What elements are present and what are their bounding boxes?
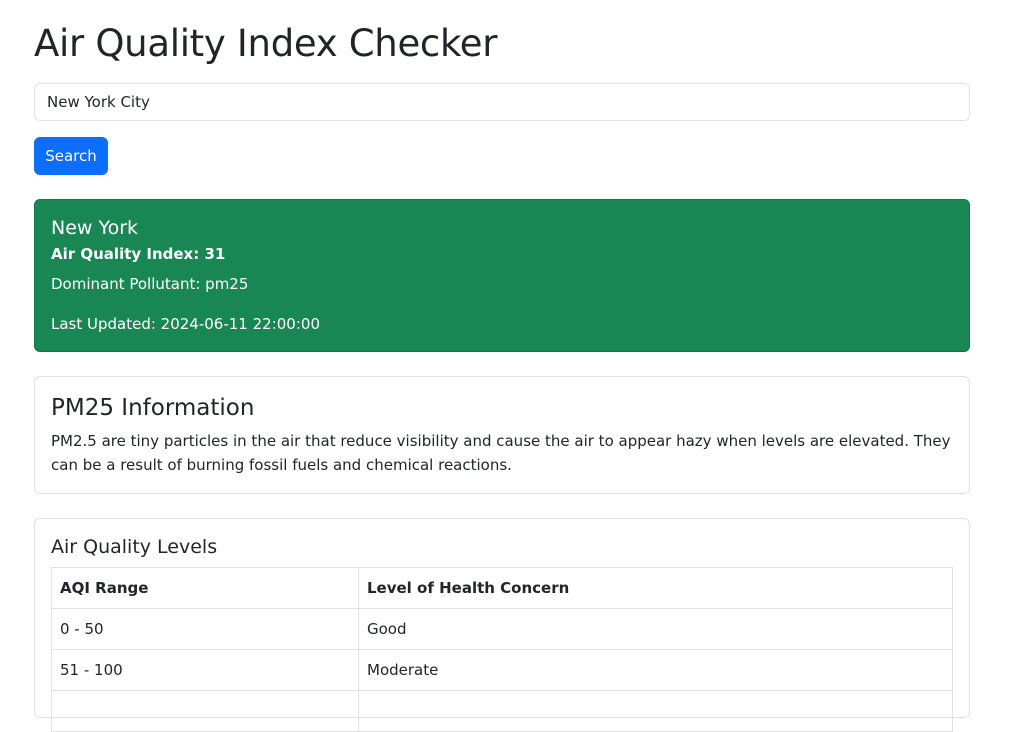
page-title: Air Quality Index Checker [34, 22, 498, 65]
result-aqi-value: Air Quality Index: 31 [51, 245, 226, 263]
pollutant-info-card: PM25 Information PM2.5 are tiny particle… [34, 376, 970, 494]
pollutant-info-description: PM2.5 are tiny particles in the air that… [51, 432, 951, 474]
table-cell-aqi-range [51, 690, 359, 732]
table-header-aqi-range: AQI Range [51, 567, 359, 609]
table-header-row: AQI Range Level of Health Concern [51, 567, 953, 609]
result-last-updated: Last Updated: 2024-06-11 22:00:00 [51, 315, 320, 333]
result-dominant-pollutant: Dominant Pollutant: pm25 [51, 275, 249, 293]
search-button[interactable]: Search [34, 137, 108, 175]
aqi-result-card: New York Air Quality Index: 31 Dominant … [34, 199, 970, 352]
table-cell-health-concern [358, 690, 953, 732]
result-city-name: New York [51, 217, 139, 239]
table-row [51, 690, 953, 732]
city-search-input[interactable] [34, 83, 970, 121]
table-row: 51 - 100 Moderate [51, 649, 953, 691]
aqi-levels-card: Air Quality Levels AQI Range Level of He… [34, 518, 970, 732]
table-cell-health-concern: Good [358, 608, 953, 650]
pollutant-info-title: PM25 Information [51, 395, 255, 421]
table-cell-health-concern: Moderate [358, 649, 953, 691]
table-row: 0 - 50 Good [51, 608, 953, 650]
table-header-health-concern: Level of Health Concern [358, 567, 953, 609]
table-cell-aqi-range: 0 - 50 [51, 608, 359, 650]
table-cell-aqi-range: 51 - 100 [51, 649, 359, 691]
aqi-levels-title: Air Quality Levels [51, 536, 218, 558]
aqi-levels-table: AQI Range Level of Health Concern 0 - 50… [51, 567, 953, 732]
